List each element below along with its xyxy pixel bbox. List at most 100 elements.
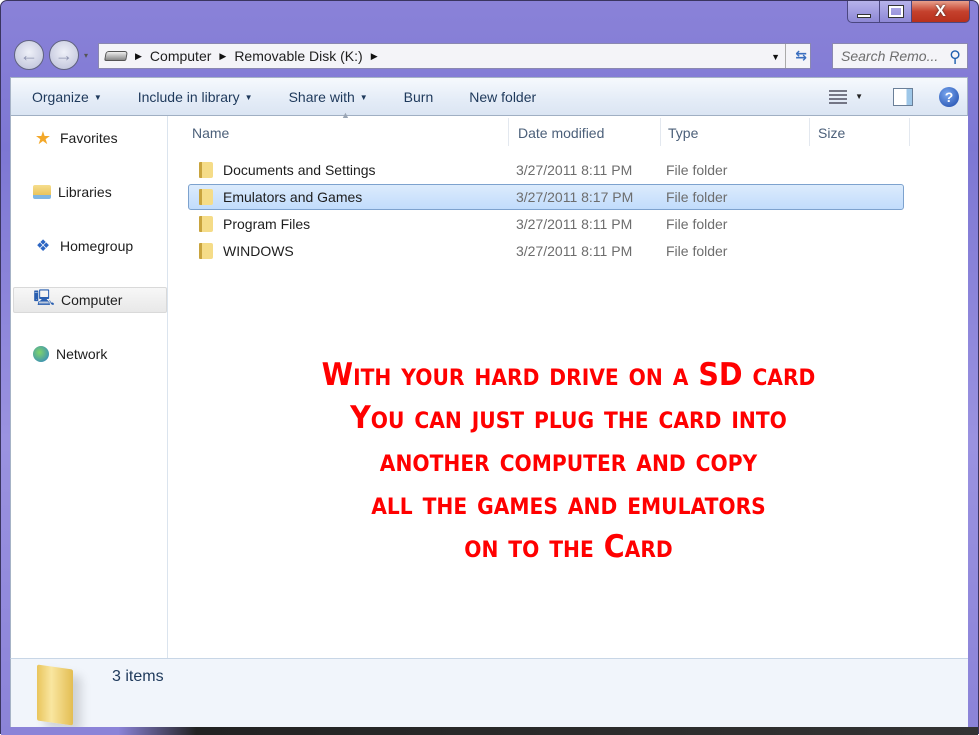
file-name: WINDOWS [223,243,294,259]
share-with-button[interactable]: Share with ▼ [271,89,386,105]
help-icon[interactable]: ? [939,86,959,107]
change-view-icon[interactable] [829,89,848,104]
forward-button[interactable]: → [49,40,79,70]
folder-icon [199,216,213,232]
date-modified-cell: 3/27/2011 8:11 PM [516,216,633,232]
removable-drive-icon [104,51,128,61]
column-divider[interactable] [508,118,509,146]
file-name-cell: Documents and Settings [199,158,376,182]
breadcrumb-chevron-icon[interactable]: ▶ [371,51,378,62]
date-modified-cell: 3/27/2011 8:11 PM [516,162,633,178]
folder-icon [199,189,213,205]
address-dropdown-icon[interactable]: ▼ [771,52,780,62]
close-icon: X [935,2,946,20]
breadcrumb-computer[interactable]: Computer [150,48,211,64]
breadcrumb-removable-disk[interactable]: Removable Disk (K:) [234,48,362,64]
overlay-line: You can just plug the card into [350,400,787,436]
minimize-button[interactable] [847,1,880,23]
sidebar-item-homegroup[interactable]: ❖ Homegroup [13,233,167,259]
libraries-icon [33,185,51,199]
folder-icon [199,162,213,178]
new-folder-button[interactable]: New folder [451,89,554,105]
sidebar-item-network[interactable]: Network [13,341,167,367]
sort-ascending-icon: ▲ [341,110,350,120]
address-bar[interactable]: ▶ Computer ▶ Removable Disk (K:) ▶ ▼ ⇆ [98,43,811,69]
breadcrumb-chevron-icon[interactable]: ▶ [135,51,142,62]
file-row[interactable]: Program Files 3/27/2011 8:11 PM File fol… [188,212,904,238]
burn-button[interactable]: Burn [386,89,452,105]
column-divider[interactable] [809,118,810,146]
sidebar-item-label: Network [56,346,108,362]
maximize-icon [887,5,904,18]
chevron-down-icon: ▼ [359,92,368,102]
folder-icon [37,664,73,726]
type-cell: File folder [666,216,728,232]
organize-button[interactable]: Organize ▼ [11,89,120,105]
refresh-icon[interactable]: ⇆ [795,47,807,64]
column-header-date-modified[interactable]: Date modified [518,116,604,150]
search-input[interactable]: Search Remo... ⚲ [832,43,968,69]
file-row[interactable]: WINDOWS 3/27/2011 8:11 PM File folder [188,239,904,265]
file-name-cell: Emulators and Games [199,185,362,209]
sidebar-item-libraries[interactable]: Libraries [13,179,167,205]
date-modified-cell: 3/27/2011 8:17 PM [516,189,634,205]
star-icon: ★ [34,127,52,148]
command-bar-right: ▼ ? [829,78,967,115]
search-placeholder: Search Remo... [841,48,939,64]
overlay-line: another computer and copy [379,443,758,479]
organize-label: Organize [32,88,89,105]
item-count: 3 items [112,668,164,685]
address-divider [785,44,786,68]
homegroup-icon: ❖ [35,238,51,255]
share-with-label: Share with [288,88,355,105]
type-cell: File folder [666,243,728,259]
file-name-cell: Program Files [199,212,310,236]
include-in-library-button[interactable]: Include in library ▼ [120,89,271,105]
content-area: ★ Favorites Libraries ❖ Homegroup 🖳 Comp… [10,110,968,658]
back-arrow-icon: ← [20,44,38,65]
minimize-icon [856,13,871,18]
overlay-caption: With your hard drive on a SD card You ca… [201,354,936,569]
maximize-button[interactable] [880,1,912,23]
back-button[interactable]: ← [14,40,44,70]
chevron-down-icon: ▼ [93,92,102,102]
forward-arrow-icon: → [55,44,73,65]
sidebar-item-computer[interactable]: 🖳 Computer [13,287,167,313]
search-icon[interactable]: ⚲ [949,47,961,67]
type-cell: File folder [666,162,728,178]
overlay-line: on to the Card [464,529,673,565]
file-name: Documents and Settings [223,162,376,178]
close-button[interactable]: X [912,1,970,23]
recent-locations-dropdown[interactable]: ▾ [84,51,88,60]
breadcrumb-chevron-icon[interactable]: ▶ [219,51,226,62]
file-row-selected[interactable]: Emulators and Games 3/27/2011 8:17 PM Fi… [188,184,904,210]
sidebar-item-label: Computer [61,292,123,308]
column-header-size[interactable]: Size [818,116,845,150]
file-row[interactable]: Documents and Settings 3/27/2011 8:11 PM… [188,158,904,184]
column-divider[interactable] [909,118,910,146]
column-divider[interactable] [660,118,661,146]
sidebar-item-label: Libraries [58,184,112,200]
chevron-down-icon: ▼ [244,92,253,102]
overlay-line: With your hard drive on a SD card [321,357,816,393]
caption-buttons: X [847,1,970,25]
sidebar-item-label: Favorites [60,130,118,146]
sidebar-item-label: Homegroup [60,238,134,254]
preview-pane-icon[interactable] [893,87,913,106]
command-bar: Organize ▼ Include in library ▼ Share with… [10,77,968,116]
date-modified-cell: 3/27/2011 8:11 PM [516,243,633,259]
folder-icon [199,243,213,259]
sidebar-item-favorites[interactable]: ★ Favorites [13,125,167,151]
views-dropdown-icon[interactable]: ▼ [855,92,863,101]
explorer-window: X ← → ▾ ▶ Computer ▶ Removable Disk (K:)… [0,0,979,735]
details-pane: 3 items [10,658,968,727]
include-in-library-label: Include in library [137,88,240,105]
navigation-row: ← → ▾ ▶ Computer ▶ Removable Disk (K:) ▶… [11,39,968,73]
navigation-pane: ★ Favorites Libraries ❖ Homegroup 🖳 Comp… [11,116,168,658]
computer-icon: 🖳 [33,289,55,307]
column-header-type[interactable]: Type [668,116,698,150]
file-name: Emulators and Games [223,189,363,205]
column-header-name[interactable]: Name [192,116,229,150]
type-cell: File folder [666,189,728,205]
file-name-cell: WINDOWS [199,239,294,263]
